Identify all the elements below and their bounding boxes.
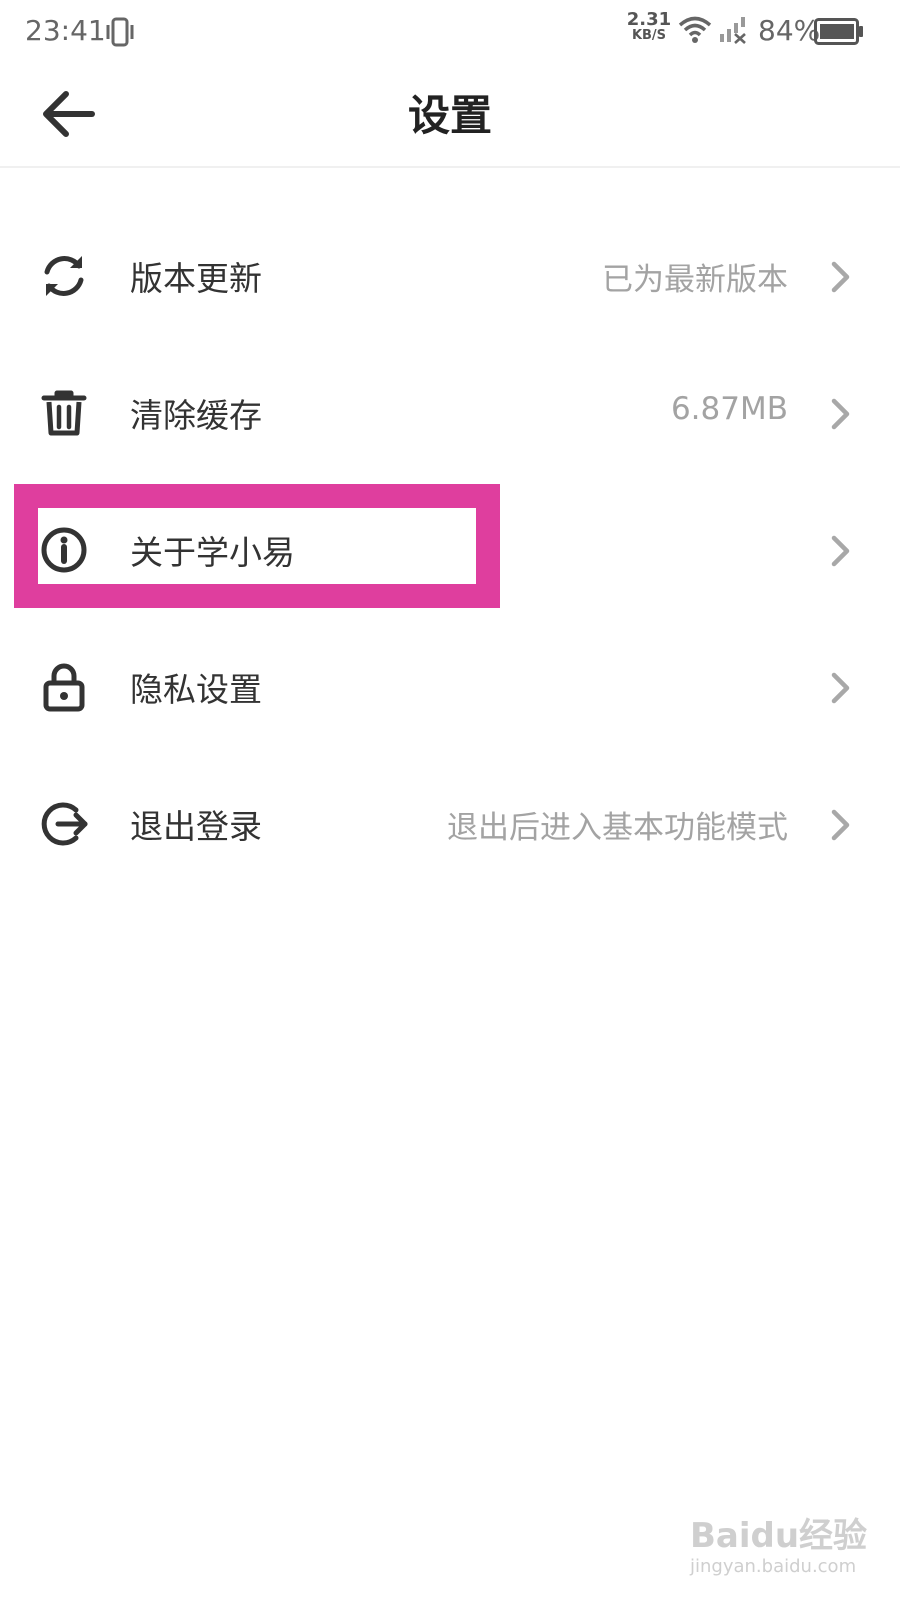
settings-item-value: 6.87MB xyxy=(670,391,788,427)
settings-item-value: 退出后进入基本功能模式 xyxy=(447,810,788,846)
battery-percent: 84% xyxy=(758,14,821,47)
highlight-box xyxy=(14,484,500,608)
chevron-right-icon xyxy=(830,808,852,842)
settings-item-value: 已为最新版本 xyxy=(602,262,788,298)
settings-item-clear-cache[interactable]: 清除缓存 6.87MB xyxy=(0,343,900,480)
settings-item-label: 版本更新 xyxy=(130,259,262,298)
page-title: 设置 xyxy=(407,91,492,140)
watermark-brand: Baidu经验 xyxy=(690,1516,868,1556)
lock-icon xyxy=(38,661,90,713)
trash-icon xyxy=(38,387,90,439)
chevron-right-icon xyxy=(830,260,852,294)
battery-icon xyxy=(814,18,864,50)
wifi-icon xyxy=(678,16,712,48)
chevron-right-icon xyxy=(830,397,852,431)
settings-item-privacy[interactable]: 隐私设置 xyxy=(0,617,900,754)
network-speed: 2.31 KB/S xyxy=(626,9,672,44)
settings-item-label: 退出登录 xyxy=(130,807,262,846)
refresh-icon xyxy=(38,250,90,302)
chevron-right-icon xyxy=(830,534,852,568)
signal-icon xyxy=(718,16,748,48)
network-speed-unit: KB/S xyxy=(631,28,667,43)
status-bar: 23:41 2.31 KB/S 84% xyxy=(0,0,900,64)
baidu-watermark: Baidu经验 jingyan.baidu.com xyxy=(690,1508,870,1588)
settings-item-logout[interactable]: 退出登录 退出后进入基本功能模式 xyxy=(0,754,900,891)
watermark-url: jingyan.baidu.com xyxy=(690,1556,857,1577)
logout-icon xyxy=(38,798,90,850)
vibrate-icon xyxy=(105,16,135,52)
chevron-right-icon xyxy=(830,671,852,705)
app-header: 设置 xyxy=(0,64,900,168)
settings-item-version-update[interactable]: 版本更新 已为最新版本 xyxy=(0,206,900,343)
settings-item-label: 清除缓存 xyxy=(130,396,262,435)
status-time: 23:41 xyxy=(25,14,106,47)
settings-item-label: 隐私设置 xyxy=(130,670,262,709)
network-speed-value: 2.31 xyxy=(626,9,672,30)
